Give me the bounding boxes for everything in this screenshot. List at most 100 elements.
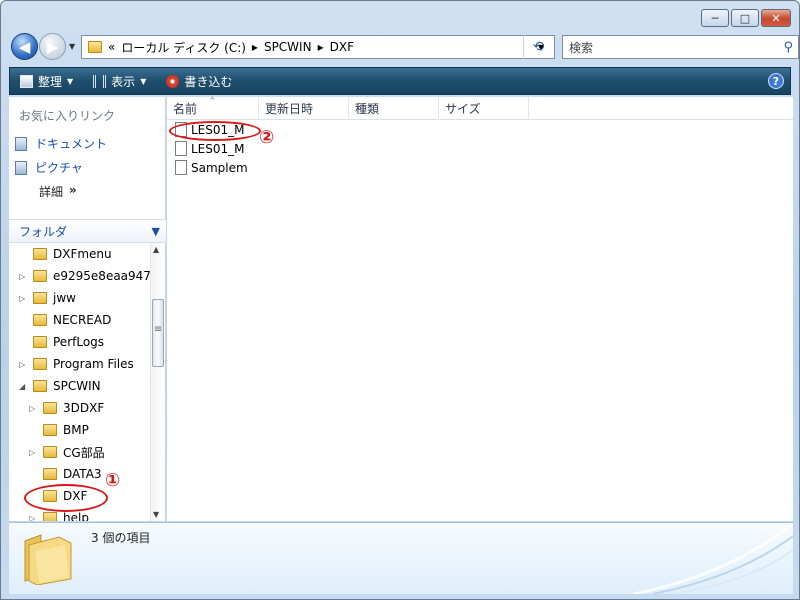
more-label: 詳細 xyxy=(39,185,64,199)
favorite-label: ドキュメント xyxy=(35,137,108,151)
annotation-number-one: ① xyxy=(105,470,121,491)
back-button[interactable]: ◀ xyxy=(11,33,38,60)
scroll-up-icon[interactable]: ▲ xyxy=(153,245,159,254)
tree-item-dxfmenu[interactable]: DXFmenu xyxy=(19,244,112,264)
tree-item-bmp[interactable]: BMP xyxy=(29,420,89,440)
folder-icon xyxy=(43,424,57,436)
maximize-button[interactable]: □ xyxy=(731,9,759,27)
tree-label: SPCWIN xyxy=(53,379,101,393)
folder-icon xyxy=(33,314,47,326)
tree-label: PerfLogs xyxy=(53,335,105,349)
breadcrumb-dxf[interactable]: DXF xyxy=(330,40,354,54)
double-chevron-icon: » xyxy=(69,183,77,197)
details-pane: 3 個の項目 xyxy=(9,522,793,594)
expander-icon[interactable]: ▷ xyxy=(29,404,37,413)
tree-item-necread[interactable]: NECREAD xyxy=(19,310,111,330)
folder-tree: DXFmenu ▷ e9295e8eaa947e ▷ jww NECREAD P… xyxy=(9,243,150,521)
column-name[interactable]: 名前 ^ xyxy=(167,96,259,120)
item-count: 3 個の項目 xyxy=(91,531,151,545)
tree-scrollbar[interactable]: ▲ ▼ xyxy=(150,243,164,521)
tree-item-program-files[interactable]: ▷ Program Files xyxy=(19,354,134,374)
tree-label: jww xyxy=(53,291,76,305)
expander-icon[interactable]: ▷ xyxy=(19,294,27,303)
organize-label: 整理 xyxy=(38,74,63,89)
expander-icon[interactable]: ▷ xyxy=(29,448,37,457)
tree-item-cg-parts[interactable]: ▷ CG部品 xyxy=(29,442,105,462)
annotation-number-two: ② xyxy=(259,127,275,148)
file-item[interactable]: Samplem xyxy=(175,160,248,175)
folder-icon xyxy=(43,446,57,458)
chevron-down-icon: ▼ xyxy=(151,224,160,238)
tree-label: BMP xyxy=(63,423,89,437)
column-type[interactable]: 種類 xyxy=(349,97,439,120)
organize-button[interactable]: 整理 ▼ xyxy=(10,68,83,94)
scroll-thumb[interactable] xyxy=(152,299,164,367)
navigation-pane: お気に入りリンク ドキュメント ピクチャ 詳細 » フォルダ ▼ DXFmenu… xyxy=(9,97,166,521)
breadcrumb-separator[interactable]: ▸ xyxy=(318,40,324,54)
file-item[interactable]: LES01_M xyxy=(175,141,245,156)
close-button[interactable]: ✕ xyxy=(761,9,791,27)
file-icon xyxy=(175,141,187,156)
help-icon[interactable]: ? xyxy=(768,73,784,89)
expander-icon[interactable]: ▷ xyxy=(19,360,27,369)
tree-label: NECREAD xyxy=(53,313,112,327)
burn-button[interactable]: 書き込む xyxy=(156,68,242,94)
folder-icon xyxy=(33,292,47,304)
more-links-button[interactable]: 詳細 » xyxy=(39,183,77,200)
pictures-icon xyxy=(15,160,27,175)
column-size[interactable]: サイズ xyxy=(439,97,529,120)
organize-icon xyxy=(20,74,33,88)
scroll-down-icon[interactable]: ▼ xyxy=(153,510,159,519)
annotation-circle-dxf xyxy=(24,484,108,512)
folders-header[interactable]: フォルダ ▼ xyxy=(9,219,166,243)
views-label: 表示 xyxy=(111,74,136,89)
breadcrumb-spcwin[interactable]: SPCWIN xyxy=(264,40,312,54)
tree-item-perflogs[interactable]: PerfLogs xyxy=(19,332,104,352)
burn-disc-icon xyxy=(166,74,180,88)
file-name: LES01_M xyxy=(191,141,245,156)
chevron-down-icon: ▼ xyxy=(67,76,74,86)
folder-icon xyxy=(33,336,47,348)
search-input[interactable]: 検索 xyxy=(569,39,593,56)
folders-label: フォルダ xyxy=(19,224,68,239)
column-header: 名前 ^ 更新日時 種類 サイズ xyxy=(167,96,793,120)
breadcrumb-separator[interactable]: ▸ xyxy=(252,40,258,54)
address-overflow[interactable]: « xyxy=(108,40,115,54)
expander-icon[interactable]: ◢ xyxy=(19,382,27,391)
tree-label: e9295e8eaa947e xyxy=(53,269,150,283)
favorite-pictures[interactable]: ピクチャ xyxy=(15,159,83,176)
expander-icon[interactable]: ▷ xyxy=(29,514,37,522)
forward-button[interactable]: ▶ xyxy=(39,33,66,60)
file-list-pane: 名前 ^ 更新日時 種類 サイズ LES01_M LES01_M Samplem… xyxy=(167,96,793,521)
folder-icon xyxy=(33,248,47,260)
views-button[interactable]: 表示 ▼ xyxy=(83,68,156,94)
expander-icon[interactable]: ▷ xyxy=(19,272,27,281)
tree-label: DXFmenu xyxy=(53,247,112,261)
recent-pages-dropdown[interactable]: ▼ xyxy=(69,42,75,51)
breadcrumb-local-disk[interactable]: ローカル ディスク (C:) xyxy=(121,39,246,56)
window-controls: ─ □ ✕ xyxy=(701,9,791,27)
tree-item-jww[interactable]: ▷ jww xyxy=(19,288,76,308)
annotation-circle-file xyxy=(169,121,261,141)
search-icon[interactable]: ⚲ xyxy=(783,40,793,55)
search-box[interactable]: 検索 ⚲ xyxy=(562,35,799,59)
favorite-documents[interactable]: ドキュメント xyxy=(15,135,107,152)
tree-item-3ddxf[interactable]: ▷ 3DDXF xyxy=(29,398,104,418)
tree-item-e9295[interactable]: ▷ e9295e8eaa947e xyxy=(19,266,150,286)
tree-item-spcwin[interactable]: ◢ SPCWIN xyxy=(19,376,101,396)
folder-icon xyxy=(33,380,47,392)
file-name: Samplem xyxy=(191,160,248,175)
folder-icon xyxy=(33,270,47,282)
favorites-title: お気に入りリンク xyxy=(19,109,116,123)
address-bar[interactable]: « ローカル ディスク (C:) ▸ SPCWIN ▸ DXF ▼ xyxy=(81,35,555,59)
minimize-button[interactable]: ─ xyxy=(701,9,729,27)
views-icon xyxy=(93,74,107,88)
tree-label: CG部品 xyxy=(63,445,105,460)
folder-icon xyxy=(43,468,57,480)
favorite-label: ピクチャ xyxy=(35,161,83,175)
folder-icon xyxy=(33,358,47,370)
tree-item-data3[interactable]: DATA3 xyxy=(29,464,102,484)
column-modified[interactable]: 更新日時 xyxy=(259,97,349,120)
refresh-icon[interactable]: ⟲ xyxy=(523,35,553,59)
file-icon xyxy=(175,160,187,175)
